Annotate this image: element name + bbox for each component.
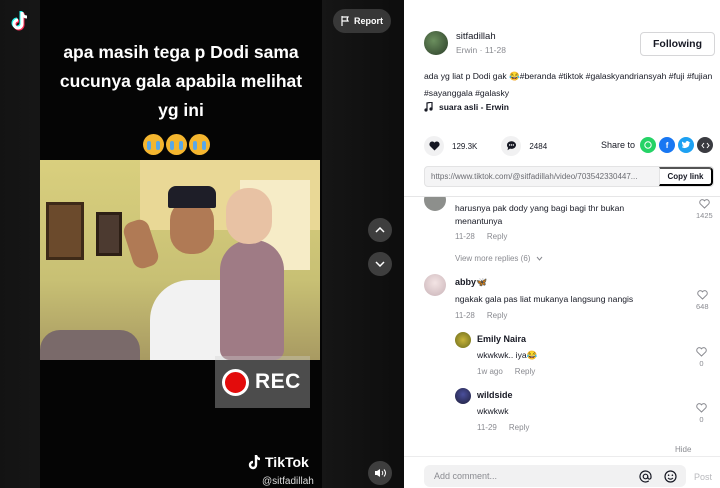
mention-icon[interactable] bbox=[637, 468, 653, 484]
next-video-button[interactable] bbox=[368, 252, 392, 276]
video-url[interactable]: https://www.tiktok.com/@sitfadillah/vide… bbox=[431, 172, 637, 181]
reply-button[interactable]: Reply bbox=[487, 232, 507, 241]
hide-replies-button[interactable]: Hide bbox=[675, 445, 691, 454]
flag-icon bbox=[341, 16, 349, 26]
whatsapp-icon[interactable] bbox=[640, 137, 657, 153]
comment-like-button[interactable]: 648 bbox=[696, 290, 709, 311]
author-username[interactable]: sitfadillah bbox=[456, 31, 506, 42]
video-details-panel: sitfadillah Erwin · 11-28 Following ada … bbox=[404, 0, 720, 488]
reply-button[interactable]: Reply bbox=[515, 367, 535, 376]
comment-like-count: 0 bbox=[699, 359, 704, 368]
comment-date: 11-29 bbox=[477, 423, 497, 432]
rec-label: REC bbox=[255, 370, 301, 393]
crying-emoji-icon bbox=[189, 134, 210, 155]
comment-button[interactable] bbox=[501, 136, 522, 156]
comment-placeholder: Add comment... bbox=[434, 471, 498, 481]
comment-list[interactable]: harusnya pak dody yang bagi bagi thr buk… bbox=[404, 197, 720, 457]
tiktok-note-icon bbox=[248, 454, 261, 470]
post-comment-button[interactable]: Post bbox=[694, 472, 712, 482]
volume-button[interactable] bbox=[368, 461, 392, 485]
twitter-icon[interactable] bbox=[678, 137, 695, 153]
sound-link[interactable]: suara asli - Erwin bbox=[424, 102, 509, 112]
rec-badge: REC bbox=[215, 356, 310, 408]
comment-text: wkwkwk.. iya😂 bbox=[477, 350, 538, 360]
chevron-down-icon bbox=[375, 261, 385, 267]
commenter-name[interactable]: wildside bbox=[477, 390, 513, 400]
comment-date: 1w ago bbox=[477, 367, 503, 376]
comment-like-button[interactable]: 0 bbox=[696, 347, 707, 368]
embed-icon[interactable] bbox=[697, 137, 714, 153]
music-note-icon bbox=[424, 102, 433, 112]
video-caption-overlay: apa masih tega p Dodi sama cucunya gala … bbox=[59, 42, 303, 120]
comment-date: 11-28 bbox=[455, 311, 475, 320]
heart-outline-icon bbox=[699, 199, 710, 209]
speaker-icon bbox=[375, 469, 386, 477]
heart-icon bbox=[428, 141, 440, 151]
comment-count: 2484 bbox=[529, 141, 548, 151]
share-label: Share to bbox=[601, 140, 636, 150]
video-link-box: https://www.tiktok.com/@sitfadillah/vide… bbox=[424, 166, 714, 187]
reply-button[interactable]: Reply bbox=[509, 423, 529, 432]
facebook-icon[interactable]: f bbox=[659, 137, 676, 153]
chevron-down-icon bbox=[536, 256, 543, 261]
watermark-username: @sitfadillah bbox=[262, 476, 314, 487]
commenter-name[interactable]: abby🦋 bbox=[455, 277, 487, 288]
commenter-avatar[interactable] bbox=[455, 388, 471, 404]
post-date: 11-28 bbox=[484, 45, 506, 55]
crying-emoji-icon bbox=[143, 134, 164, 155]
comment-meta: 11-28 Reply bbox=[455, 232, 507, 241]
author-avatar[interactable] bbox=[424, 31, 448, 55]
video-player[interactable]: Report apa masih tega p Dodi sama cucuny… bbox=[0, 0, 404, 488]
commenter-avatar[interactable] bbox=[424, 274, 446, 296]
report-button[interactable]: Report bbox=[333, 9, 391, 33]
commenter-avatar[interactable] bbox=[455, 332, 471, 348]
comment-meta: 1w ago Reply bbox=[477, 367, 535, 376]
heart-outline-icon bbox=[697, 290, 708, 300]
comment-bubble-icon bbox=[506, 141, 516, 151]
reply-button[interactable]: Reply bbox=[487, 311, 507, 320]
crying-emoji-icon bbox=[166, 134, 187, 155]
comment-input[interactable]: Add comment... bbox=[424, 465, 686, 487]
chevron-up-icon bbox=[375, 227, 385, 233]
comment-date: 11-28 bbox=[455, 232, 475, 241]
author-display-name: Erwin bbox=[456, 45, 478, 55]
comment-text: ngakak gala pas liat mukanya langsung na… bbox=[455, 294, 634, 304]
comment-text: harusnya pak dody yang bagi bagi thr buk… bbox=[455, 203, 625, 226]
comment-like-button[interactable]: 0 bbox=[696, 403, 707, 424]
view-more-replies[interactable]: View more replies (6) bbox=[455, 254, 543, 263]
emoji-icon[interactable] bbox=[662, 468, 678, 484]
comment-meta: 11-28 Reply bbox=[455, 311, 507, 320]
author-meta: Erwin · 11-28 bbox=[456, 45, 506, 55]
tiktok-watermark: TikTok bbox=[248, 454, 309, 470]
tiktok-logo-icon[interactable] bbox=[8, 8, 34, 34]
comment-meta: 11-29 Reply bbox=[477, 423, 529, 432]
comment-like-count: 648 bbox=[696, 302, 709, 311]
like-button[interactable] bbox=[424, 136, 444, 156]
commenter-name[interactable]: Emily Naira bbox=[477, 334, 526, 344]
previous-video-button[interactable] bbox=[368, 218, 392, 242]
video-scene-image bbox=[40, 160, 320, 360]
heart-outline-icon bbox=[696, 403, 707, 413]
comment-like-count: 0 bbox=[699, 415, 704, 424]
comment-composer: Add comment... Post bbox=[404, 456, 720, 488]
comment-like-count: 1425 bbox=[696, 211, 713, 220]
share-bar: Share to f bbox=[601, 137, 714, 153]
watermark-brand: TikTok bbox=[265, 454, 309, 470]
video-description: ada yg liat p Dodi gak 😂#beranda #tiktok… bbox=[424, 71, 713, 98]
crying-emoji-row bbox=[143, 134, 210, 155]
record-dot-icon bbox=[222, 368, 249, 396]
comment-text: wkwkwk bbox=[477, 406, 509, 416]
comment-like-button[interactable]: 1425 bbox=[696, 199, 713, 220]
author-info[interactable]: sitfadillah Erwin · 11-28 bbox=[424, 31, 506, 55]
sound-name: suara asli - Erwin bbox=[439, 102, 509, 112]
commenter-avatar[interactable] bbox=[424, 197, 446, 211]
report-label: Report bbox=[354, 16, 383, 26]
like-count: 129.3K bbox=[452, 141, 478, 151]
copy-link-button[interactable]: Copy link bbox=[659, 167, 713, 186]
following-button[interactable]: Following bbox=[640, 32, 715, 56]
heart-outline-icon bbox=[696, 347, 707, 357]
engagement-stats: 129.3K 2484 bbox=[424, 136, 547, 156]
